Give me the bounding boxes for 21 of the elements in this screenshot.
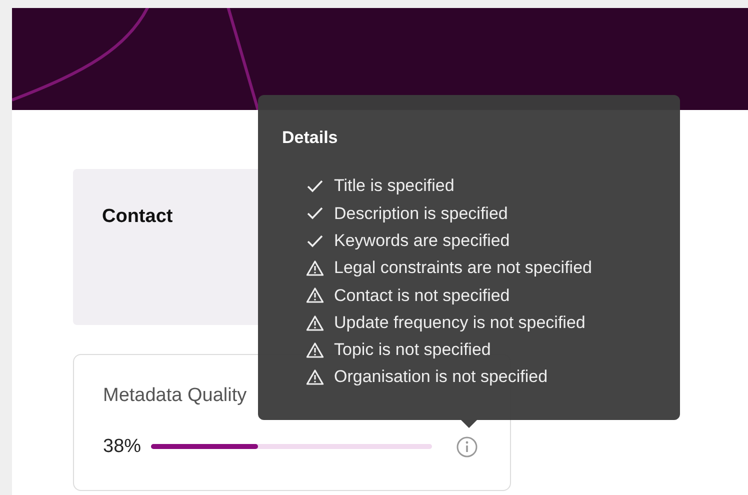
card-title: Contact: [102, 205, 173, 229]
status-text: Title is specified: [334, 175, 454, 198]
warning-icon: [306, 342, 324, 358]
status-text: Contact is not specified: [334, 284, 510, 307]
check-icon: [306, 206, 324, 220]
card-title: Metadata Quality: [103, 384, 248, 408]
warning-icon: [306, 369, 324, 386]
status-text: Keywords are specified: [334, 230, 510, 252]
tooltip-title: Details: [282, 127, 339, 149]
status-text: Organisation is not specified: [334, 366, 548, 388]
status-text: Topic is not specified: [334, 339, 491, 362]
status-text: Description is specified: [334, 202, 508, 225]
check-icon: [306, 179, 324, 194]
status-text: Legal constraints are not specified: [334, 257, 592, 280]
quality-score: 38%: [103, 434, 142, 458]
check-icon: [306, 234, 324, 248]
status-text: Update frequency is not specified: [334, 312, 586, 334]
warning-icon: [306, 287, 324, 304]
warning-icon: [306, 314, 324, 331]
info-icon[interactable]: [456, 436, 478, 458]
warning-icon: [306, 260, 324, 276]
